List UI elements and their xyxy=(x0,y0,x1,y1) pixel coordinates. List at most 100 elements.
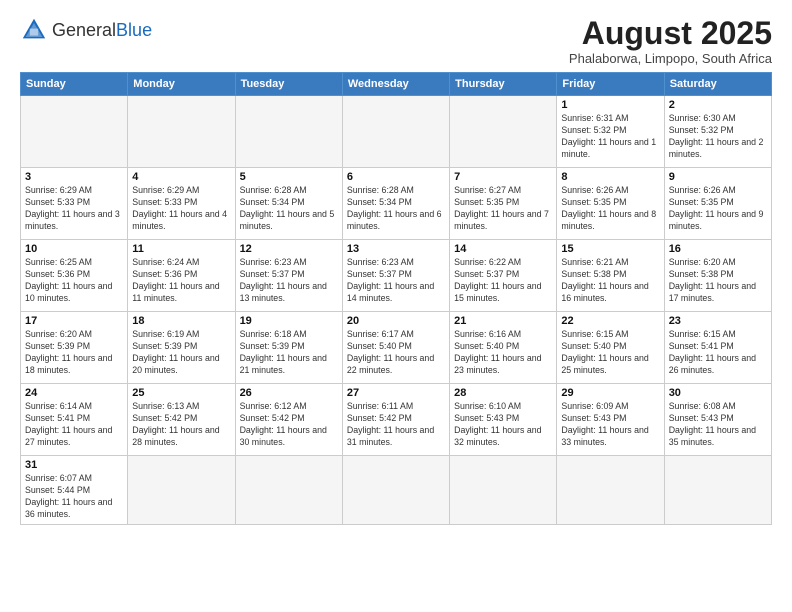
weekday-header-saturday: Saturday xyxy=(664,73,771,96)
day-info: Sunrise: 6:20 AM Sunset: 5:38 PM Dayligh… xyxy=(669,257,767,305)
day-number: 26 xyxy=(240,387,338,399)
calendar-cell: 31 Sunrise: 6:07 AM Sunset: 5:44 PM Dayli… xyxy=(21,456,128,525)
day-info: Sunrise: 6:23 AM Sunset: 5:37 PM Dayligh… xyxy=(347,257,445,305)
day-number: 6 xyxy=(347,171,445,183)
calendar-cell: 1 Sunrise: 6:31 AM Sunset: 5:32 PM Daylig… xyxy=(557,96,664,168)
calendar-cell: 21Sunrise: 6:16 AM Sunset: 5:40 PM Dayli… xyxy=(450,312,557,384)
day-info: Sunrise: 6:16 AM Sunset: 5:40 PM Dayligh… xyxy=(454,329,552,377)
calendar-cell: 20 Sunrise: 6:17 AM Sunset: 5:40 PM Dayli… xyxy=(342,312,449,384)
calendar-cell: 12Sunrise: 6:23 AM Sunset: 5:37 PM Dayli… xyxy=(235,240,342,312)
day-info: Sunrise: 6:24 AM Sunset: 5:36 PM Dayligh… xyxy=(132,257,230,305)
calendar-cell: 11Sunrise: 6:24 AM Sunset: 5:36 PM Dayli… xyxy=(128,240,235,312)
day-number: 30 xyxy=(669,387,767,399)
day-info: Sunrise: 6:29 AM Sunset: 5:33 PM Dayligh… xyxy=(25,185,123,233)
day-number: 31 xyxy=(25,459,123,471)
page: GeneralBlue August 2025 Phalaborwa, Limp… xyxy=(0,0,792,612)
day-number: 12 xyxy=(240,243,338,255)
day-info: Sunrise: 6:19 AM Sunset: 5:39 PM Dayligh… xyxy=(132,329,230,377)
calendar-cell: 6 Sunrise: 6:28 AM Sunset: 5:34 PM Daylig… xyxy=(342,168,449,240)
day-number: 7 xyxy=(454,171,552,183)
day-info: Sunrise: 6:07 AM Sunset: 5:44 PM Dayligh… xyxy=(25,473,123,521)
weekday-header-wednesday: Wednesday xyxy=(342,73,449,96)
calendar-cell xyxy=(128,456,235,525)
calendar-cell: 7Sunrise: 6:27 AM Sunset: 5:35 PM Daylig… xyxy=(450,168,557,240)
calendar-cell xyxy=(21,96,128,168)
day-info: Sunrise: 6:31 AM Sunset: 5:32 PM Dayligh… xyxy=(561,113,659,161)
day-number: 8 xyxy=(561,171,659,183)
calendar-week-row: 17 Sunrise: 6:20 AM Sunset: 5:39 PM Dayli… xyxy=(21,312,772,384)
calendar-cell: 29 Sunrise: 6:09 AM Sunset: 5:43 PM Dayli… xyxy=(557,384,664,456)
day-number: 3 xyxy=(25,171,123,183)
day-number: 29 xyxy=(561,387,659,399)
calendar-cell: 2Sunrise: 6:30 AM Sunset: 5:32 PM Daylig… xyxy=(664,96,771,168)
day-info: Sunrise: 6:15 AM Sunset: 5:40 PM Dayligh… xyxy=(561,329,659,377)
day-number: 28 xyxy=(454,387,552,399)
day-info: Sunrise: 6:08 AM Sunset: 5:43 PM Dayligh… xyxy=(669,401,767,449)
day-number: 22 xyxy=(561,315,659,327)
day-number: 19 xyxy=(240,315,338,327)
day-number: 27 xyxy=(347,387,445,399)
day-info: Sunrise: 6:18 AM Sunset: 5:39 PM Dayligh… xyxy=(240,329,338,377)
day-number: 2 xyxy=(669,99,767,111)
header-area: GeneralBlue August 2025 Phalaborwa, Limp… xyxy=(20,16,772,66)
day-number: 18 xyxy=(132,315,230,327)
title-area: August 2025 Phalaborwa, Limpopo, South A… xyxy=(569,16,772,66)
logo-icon xyxy=(20,16,48,44)
logo: GeneralBlue xyxy=(20,16,152,44)
day-info: Sunrise: 6:17 AM Sunset: 5:40 PM Dayligh… xyxy=(347,329,445,377)
day-number: 13 xyxy=(347,243,445,255)
day-number: 20 xyxy=(347,315,445,327)
day-number: 25 xyxy=(132,387,230,399)
calendar-cell xyxy=(557,456,664,525)
calendar-cell: 28Sunrise: 6:10 AM Sunset: 5:43 PM Dayli… xyxy=(450,384,557,456)
day-info: Sunrise: 6:26 AM Sunset: 5:35 PM Dayligh… xyxy=(561,185,659,233)
weekday-header-row: SundayMondayTuesdayWednesdayThursdayFrid… xyxy=(21,73,772,96)
calendar-cell: 9 Sunrise: 6:26 AM Sunset: 5:35 PM Daylig… xyxy=(664,168,771,240)
day-info: Sunrise: 6:15 AM Sunset: 5:41 PM Dayligh… xyxy=(669,329,767,377)
day-info: Sunrise: 6:12 AM Sunset: 5:42 PM Dayligh… xyxy=(240,401,338,449)
day-info: Sunrise: 6:25 AM Sunset: 5:36 PM Dayligh… xyxy=(25,257,123,305)
calendar-cell xyxy=(342,96,449,168)
weekday-header-tuesday: Tuesday xyxy=(235,73,342,96)
location-subtitle: Phalaborwa, Limpopo, South Africa xyxy=(569,51,772,66)
calendar-cell: 19 Sunrise: 6:18 AM Sunset: 5:39 PM Dayli… xyxy=(235,312,342,384)
day-number: 24 xyxy=(25,387,123,399)
calendar-cell: 14 Sunrise: 6:22 AM Sunset: 5:37 PM Dayli… xyxy=(450,240,557,312)
calendar-week-row: 3 Sunrise: 6:29 AM Sunset: 5:33 PM Daylig… xyxy=(21,168,772,240)
calendar-cell: 24Sunrise: 6:14 AM Sunset: 5:41 PM Dayli… xyxy=(21,384,128,456)
calendar-cell xyxy=(128,96,235,168)
calendar-cell: 23Sunrise: 6:15 AM Sunset: 5:41 PM Dayli… xyxy=(664,312,771,384)
day-number: 4 xyxy=(132,171,230,183)
day-info: Sunrise: 6:21 AM Sunset: 5:38 PM Dayligh… xyxy=(561,257,659,305)
day-info: Sunrise: 6:20 AM Sunset: 5:39 PM Dayligh… xyxy=(25,329,123,377)
day-info: Sunrise: 6:22 AM Sunset: 5:37 PM Dayligh… xyxy=(454,257,552,305)
day-info: Sunrise: 6:28 AM Sunset: 5:34 PM Dayligh… xyxy=(347,185,445,233)
calendar-table: SundayMondayTuesdayWednesdayThursdayFrid… xyxy=(20,72,772,525)
day-number: 5 xyxy=(240,171,338,183)
calendar-cell: 16Sunrise: 6:20 AM Sunset: 5:38 PM Dayli… xyxy=(664,240,771,312)
day-info: Sunrise: 6:09 AM Sunset: 5:43 PM Dayligh… xyxy=(561,401,659,449)
calendar-cell xyxy=(235,456,342,525)
day-info: Sunrise: 6:26 AM Sunset: 5:35 PM Dayligh… xyxy=(669,185,767,233)
day-number: 17 xyxy=(25,315,123,327)
weekday-header-thursday: Thursday xyxy=(450,73,557,96)
weekday-header-friday: Friday xyxy=(557,73,664,96)
calendar-cell: 25Sunrise: 6:13 AM Sunset: 5:42 PM Dayli… xyxy=(128,384,235,456)
weekday-header-sunday: Sunday xyxy=(21,73,128,96)
calendar-week-row: 1 Sunrise: 6:31 AM Sunset: 5:32 PM Daylig… xyxy=(21,96,772,168)
day-number: 14 xyxy=(454,243,552,255)
calendar-week-row: 24Sunrise: 6:14 AM Sunset: 5:41 PM Dayli… xyxy=(21,384,772,456)
day-number: 1 xyxy=(561,99,659,111)
day-number: 9 xyxy=(669,171,767,183)
calendar-cell: 26 Sunrise: 6:12 AM Sunset: 5:42 PM Dayli… xyxy=(235,384,342,456)
calendar-cell xyxy=(450,96,557,168)
calendar-cell: 10 Sunrise: 6:25 AM Sunset: 5:36 PM Dayli… xyxy=(21,240,128,312)
weekday-header-monday: Monday xyxy=(128,73,235,96)
day-number: 15 xyxy=(561,243,659,255)
day-number: 10 xyxy=(25,243,123,255)
calendar-cell: 4Sunrise: 6:29 AM Sunset: 5:33 PM Daylig… xyxy=(128,168,235,240)
calendar-cell xyxy=(342,456,449,525)
calendar-week-row: 31 Sunrise: 6:07 AM Sunset: 5:44 PM Dayli… xyxy=(21,456,772,525)
calendar-cell: 27Sunrise: 6:11 AM Sunset: 5:42 PM Dayli… xyxy=(342,384,449,456)
calendar-cell: 15 Sunrise: 6:21 AM Sunset: 5:38 PM Dayli… xyxy=(557,240,664,312)
